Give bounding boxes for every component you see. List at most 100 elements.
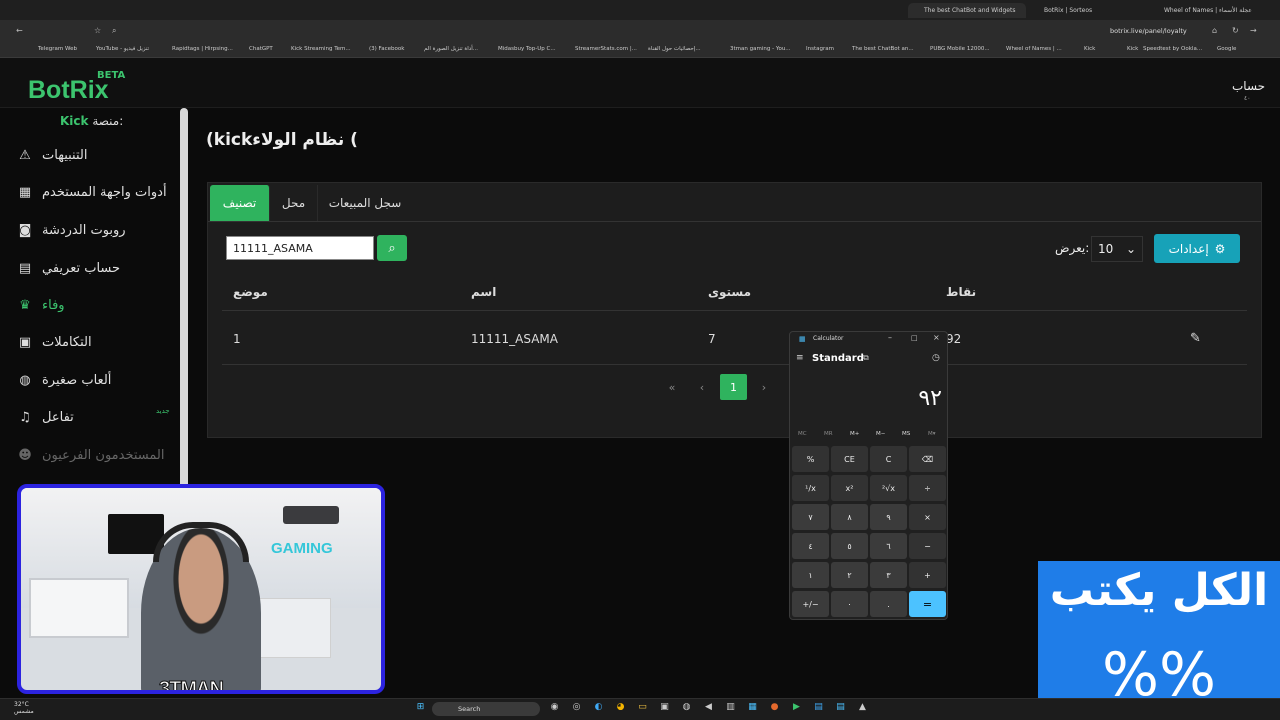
table-header-level[interactable]: مستوى xyxy=(708,285,751,299)
bookmark-item[interactable]: YouTube - تنزيل فيديو xyxy=(96,46,149,52)
browser-tab-wheel[interactable]: Wheel of Names | عجلة الأسماء xyxy=(1148,3,1264,18)
taskbar-app-icon[interactable]: ▤ xyxy=(812,701,825,714)
key-sqrt[interactable]: ²√x xyxy=(870,475,907,501)
bookmark-item[interactable]: Wheel of Names | ... xyxy=(1006,46,1062,52)
key-clear-entry[interactable]: CE xyxy=(831,446,868,472)
calculator-taskbar-icon[interactable]: ▦ xyxy=(746,701,759,714)
memory-clear-button[interactable]: MC xyxy=(798,431,807,437)
kick-icon[interactable]: ◀ xyxy=(702,701,715,714)
table-header-points[interactable]: نقاط xyxy=(946,285,976,299)
browser-tab-sorteos[interactable]: BotRix | Sorteos xyxy=(1028,3,1138,18)
bookmark-item[interactable]: Speedtest by Ookla... xyxy=(1143,46,1202,52)
menu-icon[interactable]: ≡ xyxy=(796,353,804,363)
reload-icon[interactable]: ↻ xyxy=(1232,26,1239,35)
key-percent[interactable]: % xyxy=(792,446,829,472)
sidebar-item-loyalty[interactable]: ♛ وفاء xyxy=(16,293,64,317)
key-plus[interactable]: + xyxy=(909,562,946,588)
edit-icon[interactable]: ✎ xyxy=(1190,331,1201,346)
key-7[interactable]: ٧ xyxy=(792,504,829,530)
pagination-first[interactable]: « xyxy=(664,374,680,400)
key-clear[interactable]: C xyxy=(870,446,907,472)
taskbar-app-icon[interactable]: ▥ xyxy=(724,701,737,714)
history-icon[interactable]: ◷ xyxy=(932,353,940,363)
notes-icon[interactable]: ▤ xyxy=(834,701,847,714)
minimize-icon[interactable]: – xyxy=(888,333,892,342)
windows-start-icon[interactable]: ⊞ xyxy=(414,701,427,714)
key-2[interactable]: ٢ xyxy=(831,562,868,588)
bookmark-item[interactable]: Kick Streaming Tem... xyxy=(291,46,351,52)
forward-icon[interactable]: → xyxy=(1250,26,1257,35)
bookmark-item[interactable]: Instagram xyxy=(806,46,834,52)
key-6[interactable]: ٦ xyxy=(870,533,907,559)
browser-tab-chatbot[interactable]: The best ChatBot and Widgets xyxy=(908,3,1026,18)
bookmark-item[interactable]: StreamerStats.com |... xyxy=(575,46,637,52)
keep-on-top-icon[interactable]: ⧉ xyxy=(863,353,869,363)
bookmark-item[interactable]: Rapidtags | Hirpsing... xyxy=(172,46,233,52)
pagination-next[interactable]: › xyxy=(756,374,772,400)
tab-shop[interactable]: محل xyxy=(270,185,318,221)
memory-subtract-button[interactable]: M− xyxy=(876,431,885,437)
sidebar-item-interaction[interactable]: ♫ تفاعل xyxy=(16,405,74,429)
key-5[interactable]: ٥ xyxy=(831,533,868,559)
edge-icon[interactable]: ◐ xyxy=(592,701,605,714)
search-button[interactable]: ⌕ xyxy=(377,235,407,261)
table-header-name[interactable]: اسم xyxy=(471,285,496,299)
bookmark-item[interactable]: (3) Facebook xyxy=(369,46,404,52)
key-decimal[interactable]: . xyxy=(870,591,907,617)
key-divide[interactable]: ÷ xyxy=(909,475,946,501)
key-4[interactable]: ٤ xyxy=(792,533,829,559)
key-3[interactable]: ٣ xyxy=(870,562,907,588)
maximize-icon[interactable]: □ xyxy=(911,334,918,342)
tab-sales-log[interactable]: سجل المبيعات xyxy=(318,185,412,221)
account-menu[interactable]: حساب xyxy=(1232,79,1265,93)
sidebar-item-minigames[interactable]: ◍ ألعاب صغيرة xyxy=(16,368,111,392)
bookmark-item[interactable]: أداة تنزيل الصورة الم... xyxy=(424,46,478,52)
bookmark-item[interactable]: Kick xyxy=(1084,46,1095,52)
sidebar-item-profile[interactable]: ▤ حساب تعريفي xyxy=(16,256,120,280)
key-8[interactable]: ٨ xyxy=(831,504,868,530)
platform-selector[interactable]: Kick منصة: xyxy=(60,114,123,128)
memory-add-button[interactable]: M+ xyxy=(850,431,859,437)
url-text[interactable]: botrix.live/panel/loyalty xyxy=(1110,27,1187,35)
sidebar-item-chatbot[interactable]: ◙ روبوت الدردشة xyxy=(16,218,126,242)
firefox-icon[interactable]: ● xyxy=(768,701,781,714)
bookmark-item[interactable]: Midasbuy Top-Up C... xyxy=(498,46,556,52)
weather-widget[interactable]: 32°C مشمس xyxy=(14,701,34,715)
bookmark-item[interactable]: Kick xyxy=(1127,46,1138,52)
pagination-prev[interactable]: ‹ xyxy=(694,374,710,400)
key-1[interactable]: ١ xyxy=(792,562,829,588)
play-icon[interactable]: ▶ xyxy=(790,701,803,714)
memory-store-button[interactable]: MS xyxy=(902,431,910,437)
taskbar-app-icon[interactable]: ◎ xyxy=(570,701,583,714)
taskbar-app-icon[interactable]: ◉ xyxy=(548,701,561,714)
chrome-icon[interactable]: ◕ xyxy=(614,701,627,714)
sidebar-item-alerts[interactable]: ⚠ التنبيهات xyxy=(16,143,87,167)
memory-recall-button[interactable]: MR xyxy=(824,431,833,437)
taskbar-search[interactable]: Search xyxy=(432,702,540,716)
settings-button[interactable]: إعدادات ⚙ xyxy=(1154,234,1240,263)
search-input[interactable] xyxy=(226,236,374,260)
sidebar-item-integrations[interactable]: ▣ التكاملات xyxy=(16,330,92,354)
bookmark-item[interactable]: Google xyxy=(1217,46,1236,52)
key-equals[interactable]: = xyxy=(909,591,946,617)
sidebar-item-subusers[interactable]: ☻ المستخدمون الفرعيون xyxy=(16,443,164,467)
store-icon[interactable]: ▣ xyxy=(658,701,671,714)
key-multiply[interactable]: × xyxy=(909,504,946,530)
home-icon[interactable]: ⌂ xyxy=(1212,26,1217,35)
sidebar-item-widgets[interactable]: ▦ أدوات واجهة المستخدم xyxy=(16,180,167,204)
bookmark-item[interactable]: 3tman gaming - You... xyxy=(730,46,791,52)
tab-ranking[interactable]: تصنيف xyxy=(210,185,270,221)
key-square[interactable]: x² xyxy=(831,475,868,501)
bookmark-item[interactable]: إحصائيات حول القناة... xyxy=(648,46,701,52)
key-backspace[interactable]: ⌫ xyxy=(909,446,946,472)
star-icon[interactable]: ☆ xyxy=(94,26,101,35)
key-negate[interactable]: +/− xyxy=(792,591,829,617)
bookmark-item[interactable]: PUBG Mobile 12000... xyxy=(930,46,990,52)
memory-list-button[interactable]: M▾ xyxy=(928,431,936,437)
key-9[interactable]: ٩ xyxy=(870,504,907,530)
key-reciprocal[interactable]: ¹/x xyxy=(792,475,829,501)
bookmark-item[interactable]: Telegram Web xyxy=(38,46,77,52)
close-icon[interactable]: × xyxy=(933,333,940,342)
bookmark-item[interactable]: The best ChatBot an... xyxy=(852,46,914,52)
bookmark-item[interactable]: ChatGPT xyxy=(249,46,273,52)
